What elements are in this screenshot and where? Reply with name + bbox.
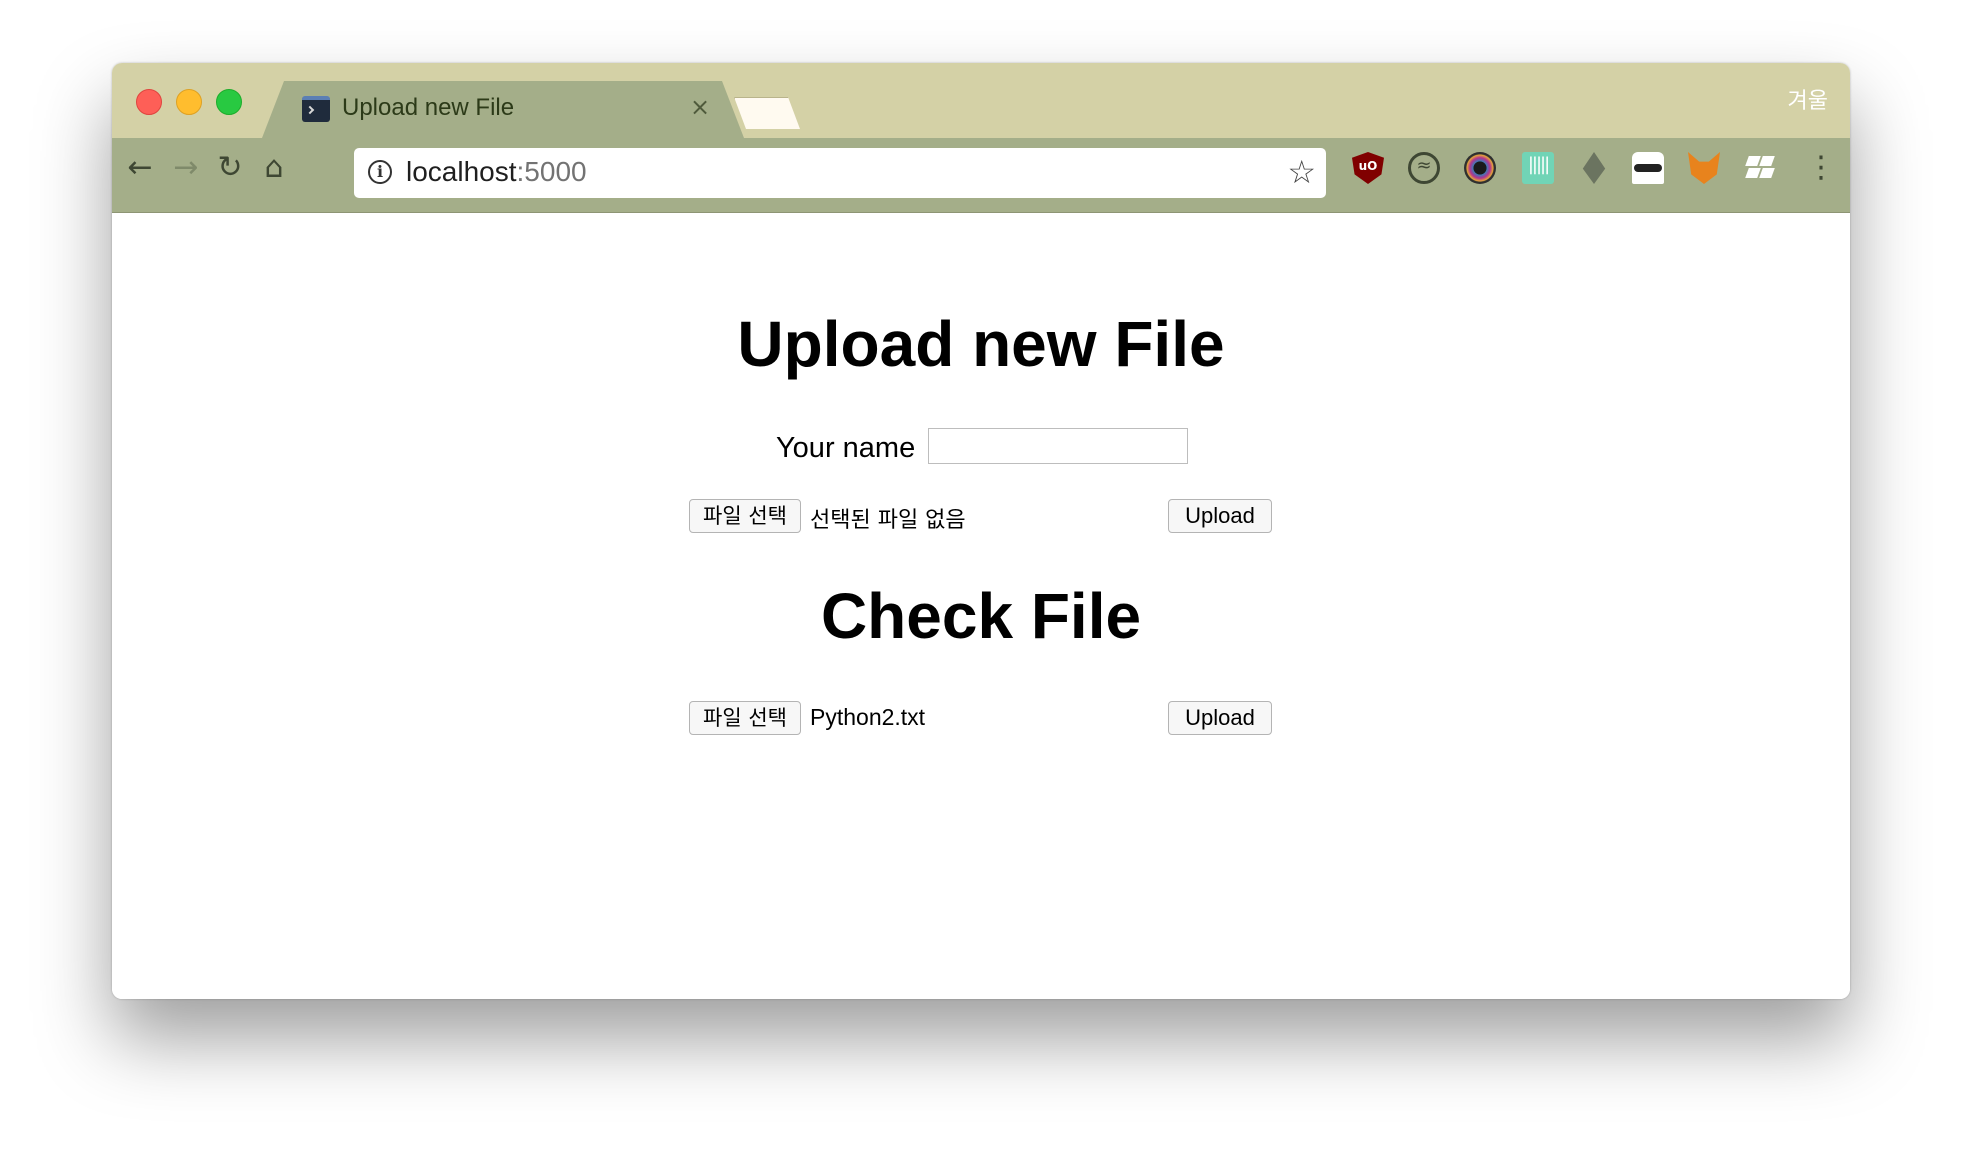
title-bar: Upload new File × 겨울 (112, 63, 1850, 138)
dropbox-icon[interactable] (1744, 152, 1776, 184)
check-upload-button[interactable]: Upload (1168, 701, 1272, 735)
forward-arrow-icon[interactable]: → (166, 148, 206, 188)
ethereum-icon[interactable] (1582, 152, 1606, 184)
sync-glyph: ≈ (1416, 155, 1432, 176)
upload-heading: Upload new File (737, 308, 1225, 380)
window-minimize-button[interactable] (176, 89, 202, 115)
mask-band (1634, 164, 1662, 172)
incognito-mask-icon[interactable] (1632, 152, 1664, 184)
sync-icon[interactable]: ≈ (1408, 152, 1440, 184)
metamask-fox-icon[interactable] (1688, 152, 1720, 184)
home-icon[interactable]: ⌂ (254, 148, 294, 188)
check-file-heading: Check File (820, 580, 1142, 652)
no-file-selected-text: 선택된 파일 없음 (810, 508, 966, 533)
terminal-favicon-icon (302, 96, 330, 122)
choose-file-button[interactable]: 파일 선택 (689, 499, 801, 533)
browser-toolbar: ← → ↻ ⌂ i localhost:5000 ☆ uO ≈ ||||| ⋮ (112, 138, 1850, 213)
upload-button[interactable]: Upload (1168, 499, 1272, 533)
window-maximize-button[interactable] (216, 89, 242, 115)
url-host: localhost (406, 156, 517, 187)
tab-title: Upload new File (342, 94, 515, 121)
url-port: :5000 (516, 156, 587, 187)
browser-menu-icon[interactable]: ⋮ (1806, 148, 1836, 188)
check-choose-file-button[interactable]: 파일 선택 (689, 701, 801, 735)
browser-window: Upload new File × 겨울 ← → ↻ ⌂ i localhost… (112, 63, 1850, 999)
audio-wave-glyph: ||||| (1527, 154, 1550, 175)
audio-wave-icon[interactable]: ||||| (1522, 152, 1554, 184)
ublock-label: uO (1358, 159, 1378, 173)
reload-icon[interactable]: ↻ (210, 148, 250, 188)
color-lens-icon[interactable] (1464, 152, 1496, 184)
tab-close-icon[interactable]: × (690, 93, 710, 121)
name-label: Your name (776, 432, 916, 464)
page-content: Upload new File Your name 파일 선택 선택된 파일 없… (112, 213, 1850, 999)
url-text[interactable]: localhost:5000 (406, 156, 587, 188)
dropbox-piece (1759, 156, 1775, 166)
address-bar[interactable]: i localhost:5000 ☆ (354, 148, 1326, 198)
ublock-origin-icon[interactable]: uO (1352, 152, 1384, 184)
tab-upload-new-file[interactable]: Upload new File × (262, 81, 744, 138)
name-input[interactable] (928, 428, 1188, 464)
selected-file-name: Python2.txt (810, 704, 926, 730)
site-info-icon[interactable]: i (368, 160, 392, 184)
profile-name[interactable]: 겨울 (1788, 83, 1828, 115)
dropbox-piece (1759, 168, 1775, 178)
back-arrow-icon[interactable]: ← (120, 148, 160, 188)
bookmark-star-icon[interactable]: ☆ (1287, 153, 1316, 191)
new-tab-button[interactable] (734, 97, 800, 129)
window-close-button[interactable] (136, 89, 162, 115)
